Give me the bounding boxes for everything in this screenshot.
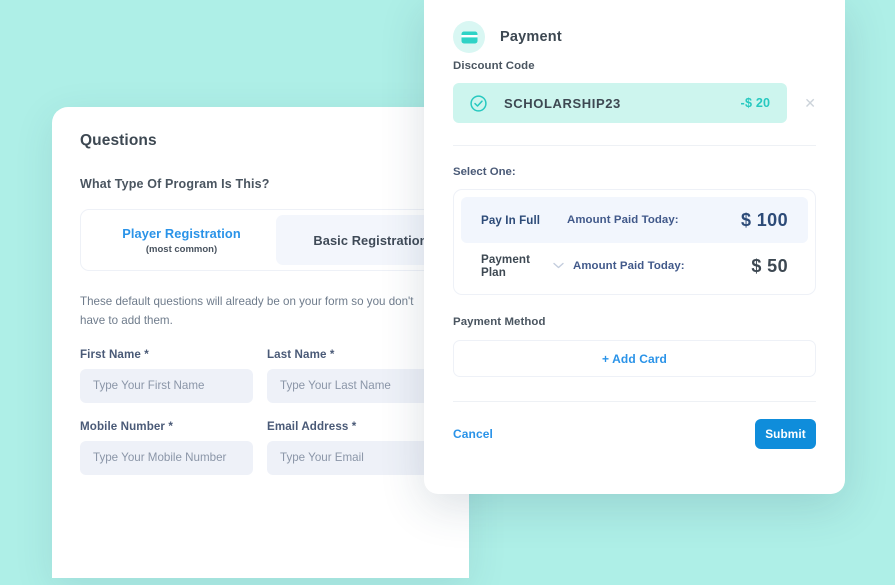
pay-in-full-amount: $ 100 <box>740 209 788 230</box>
payment-plan-amount: $ 50 <box>751 255 788 276</box>
mobile-number-input[interactable] <box>80 440 253 475</box>
mobile-number-label: Mobile Number * <box>80 419 173 433</box>
mobile-number-field-group: Mobile Number * <box>80 420 253 475</box>
questions-description: These default questions will already be … <box>80 295 414 327</box>
email-address-label: Email Address * <box>267 419 357 433</box>
tab-player-registration[interactable]: Player Registration (most common) <box>87 215 276 265</box>
payment-plan-label: Payment Plan <box>481 253 531 279</box>
discount-row: SCHOLARSHIP23 -$ 20 ✕ <box>453 83 816 123</box>
discount-code-label: Discount Code <box>453 60 535 72</box>
contact-field-row: Mobile Number * Email Address * <box>80 420 441 475</box>
program-type-tabs: Player Registration (most common) Basic … <box>80 209 469 271</box>
tab-player-registration-sublabel: (most common) <box>145 243 218 255</box>
footer-divider <box>453 401 816 402</box>
discount-divider <box>453 145 816 146</box>
last-name-input[interactable] <box>267 368 440 403</box>
add-card-button[interactable]: + Add Card <box>453 340 816 377</box>
payment-method-label: Payment Method <box>453 316 546 328</box>
pay-in-full-sublabel: Amount Paid Today: <box>567 214 679 226</box>
first-name-field-group: First Name * <box>80 348 253 403</box>
credit-card-icon <box>453 21 485 53</box>
discount-code-value: SCHOLARSHIP23 <box>504 95 621 111</box>
first-name-input[interactable] <box>80 368 253 403</box>
last-name-label: Last Name * <box>267 347 335 361</box>
payment-plan-sublabel: Amount Paid Today: <box>573 260 685 272</box>
submit-button[interactable]: Submit <box>755 419 816 449</box>
tab-basic-registration-label: Basic Registration <box>313 232 428 248</box>
last-name-field-group: Last Name * <box>267 348 440 403</box>
payment-header: Payment <box>453 0 816 60</box>
check-circle-icon <box>470 94 487 112</box>
email-address-field-group: Email Address * <box>267 420 440 475</box>
payment-title: Payment <box>500 29 562 45</box>
page-title: Questions <box>80 132 157 149</box>
payment-panel: Payment Discount Code SCHOLARSHIP23 -$ 2… <box>424 0 845 494</box>
chevron-down-icon[interactable] <box>553 261 573 271</box>
remove-discount-icon[interactable]: ✕ <box>804 96 816 110</box>
payment-option-pay-in-full[interactable]: Pay In Full Amount Paid Today: $ 100 <box>461 197 808 243</box>
email-address-input[interactable] <box>267 440 440 475</box>
select-one-label: Select One: <box>453 166 516 178</box>
pay-in-full-label: Pay In Full <box>481 213 541 227</box>
first-name-label: First Name * <box>80 347 149 361</box>
payment-options-card: Pay In Full Amount Paid Today: $ 100 Pay… <box>453 189 816 295</box>
payment-footer: Cancel Submit <box>453 419 816 449</box>
tab-player-registration-label: Player Registration <box>122 225 241 241</box>
discount-chip[interactable]: SCHOLARSHIP23 -$ 20 <box>453 83 788 123</box>
discount-amount: -$ 20 <box>740 96 771 110</box>
questions-content: Questions What Type Of Program Is This? … <box>52 107 469 475</box>
name-field-row: First Name * Last Name * <box>80 348 441 403</box>
questions-panel: Questions What Type Of Program Is This? … <box>52 107 469 578</box>
payment-option-payment-plan[interactable]: Payment Plan Amount Paid Today: $ 50 <box>461 243 808 289</box>
cancel-button[interactable]: Cancel <box>453 427 493 441</box>
program-type-label: What Type Of Program Is This? <box>80 177 270 191</box>
